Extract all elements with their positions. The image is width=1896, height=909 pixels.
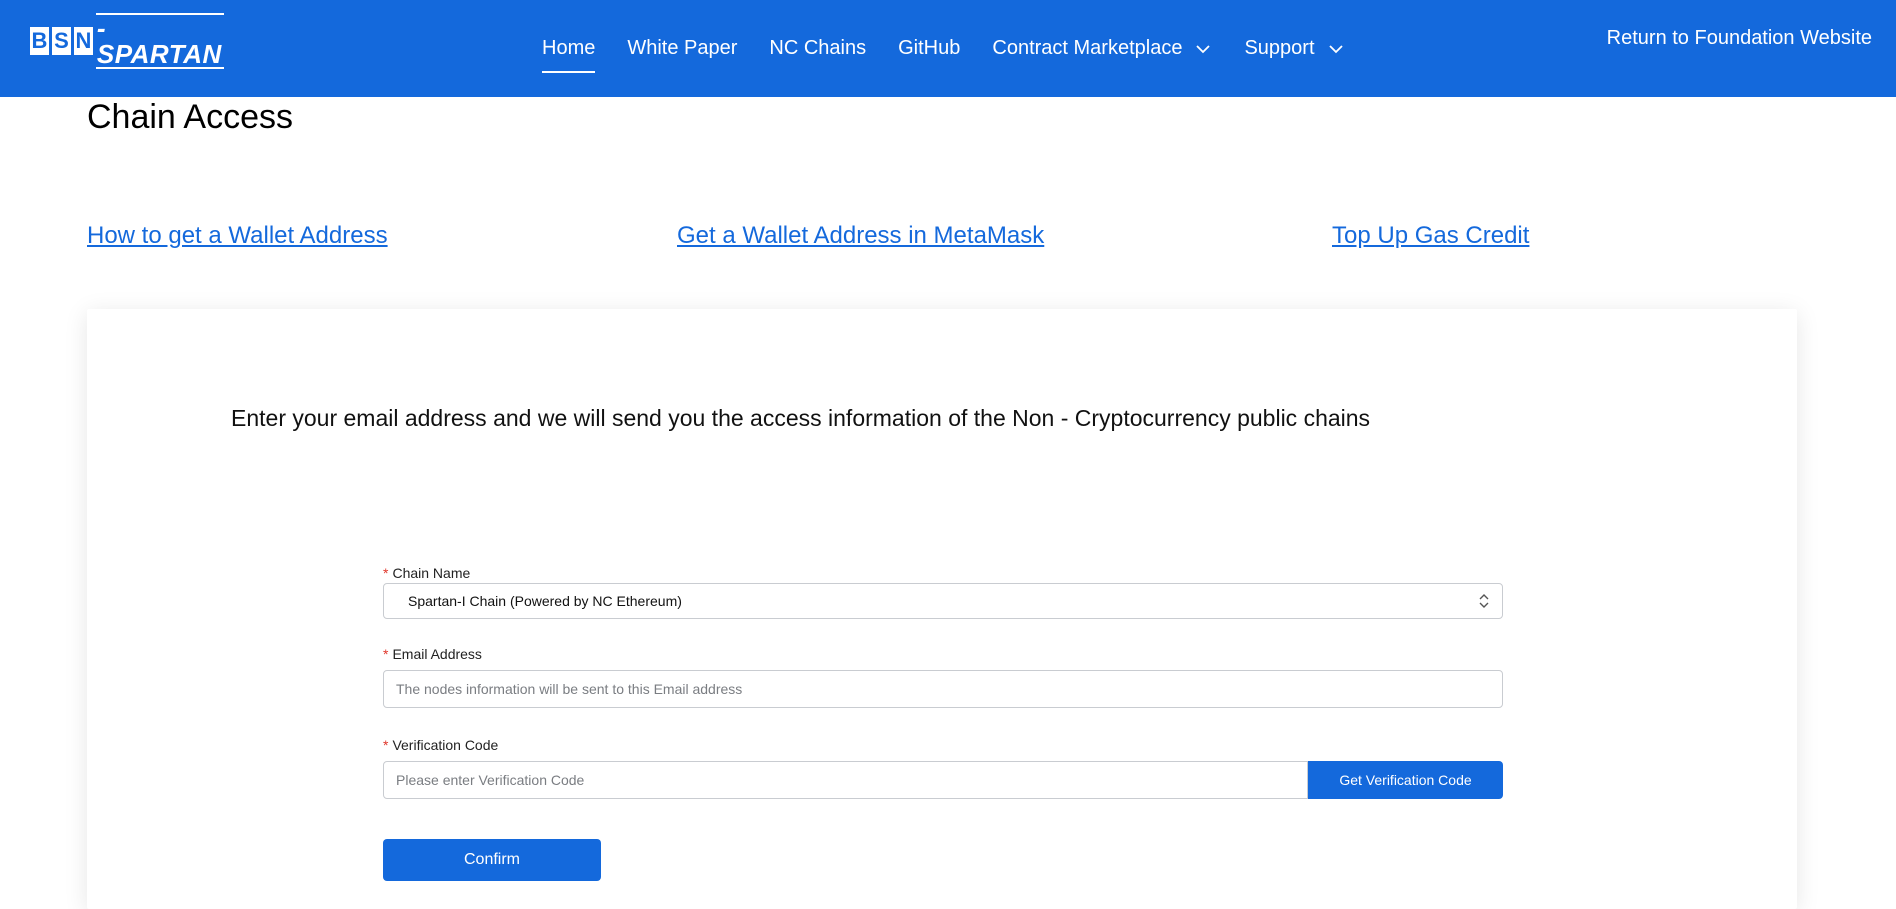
wallet-address-guide-link[interactable]: How to get a Wallet Address	[87, 222, 388, 250]
get-verification-code-button[interactable]: Get Verification Code	[1308, 761, 1503, 799]
nav-contract-marketplace[interactable]: Contract Marketplace	[992, 29, 1212, 69]
logo-letter-s: S	[51, 27, 71, 55]
card-heading: Enter your email address and we will sen…	[231, 405, 1371, 431]
chain-access-card: Enter your email address and we will sen…	[87, 309, 1797, 909]
main-nav: Home White Paper NC Chains GitHub Contra…	[542, 0, 1377, 97]
nav-nc-chains-label: NC Chains	[769, 37, 867, 59]
chevron-down-icon	[1328, 44, 1343, 53]
page-title: Chain Access	[87, 98, 293, 136]
email-label: * Email Address	[383, 645, 1503, 663]
chain-name-label-text: Chain Name	[392, 565, 471, 581]
select-arrows-icon	[1479, 594, 1489, 608]
top-up-gas-credit-link[interactable]: Top Up Gas Credit	[1332, 222, 1529, 250]
chain-name-value: Spartan-I Chain (Powered by NC Ethereum)	[408, 593, 682, 609]
email-label-text: Email Address	[392, 646, 482, 662]
chain-name-select[interactable]: Spartan-I Chain (Powered by NC Ethereum)	[383, 583, 1503, 619]
verification-code-label: * Verification Code	[383, 736, 1503, 754]
nav-support-label: Support	[1244, 37, 1315, 59]
logo-letter-n: N	[73, 27, 93, 55]
confirm-button[interactable]: Confirm	[383, 839, 601, 881]
email-field[interactable]	[383, 670, 1503, 708]
nav-home-label: Home	[542, 37, 596, 59]
top-navbar: B S N -SPARTAN Home White Paper NC Chain…	[0, 0, 1896, 97]
nav-white-paper-label: White Paper	[627, 37, 738, 59]
nav-contract-marketplace-label: Contract Marketplace	[992, 37, 1183, 59]
verification-code-row: Get Verification Code	[383, 761, 1503, 799]
chevron-down-icon	[1196, 44, 1211, 53]
return-to-foundation-link[interactable]: Return to Foundation Website	[1607, 27, 1872, 50]
logo-letter-b: B	[30, 27, 49, 55]
verification-code-input[interactable]	[383, 761, 1308, 799]
nav-nc-chains[interactable]: NC Chains	[769, 29, 866, 69]
nav-github[interactable]: GitHub	[898, 29, 960, 69]
nav-home[interactable]: Home	[542, 29, 596, 73]
nav-white-paper[interactable]: White Paper	[627, 29, 737, 69]
required-mark: *	[383, 646, 389, 662]
metamask-wallet-link[interactable]: Get a Wallet Address in MetaMask	[677, 222, 1044, 250]
bsn-spartan-logo[interactable]: B S N -SPARTAN	[30, 13, 224, 69]
required-mark: *	[383, 737, 389, 753]
nav-support[interactable]: Support	[1244, 29, 1344, 69]
verification-code-label-text: Verification Code	[392, 737, 499, 753]
chain-name-label: * Chain Name	[383, 564, 1503, 582]
nav-github-label: GitHub	[898, 37, 961, 59]
chain-access-form: * Chain Name Spartan-I Chain (Powered by …	[383, 564, 1503, 881]
logo-text: -SPARTAN	[95, 13, 224, 69]
required-mark: *	[383, 565, 389, 581]
